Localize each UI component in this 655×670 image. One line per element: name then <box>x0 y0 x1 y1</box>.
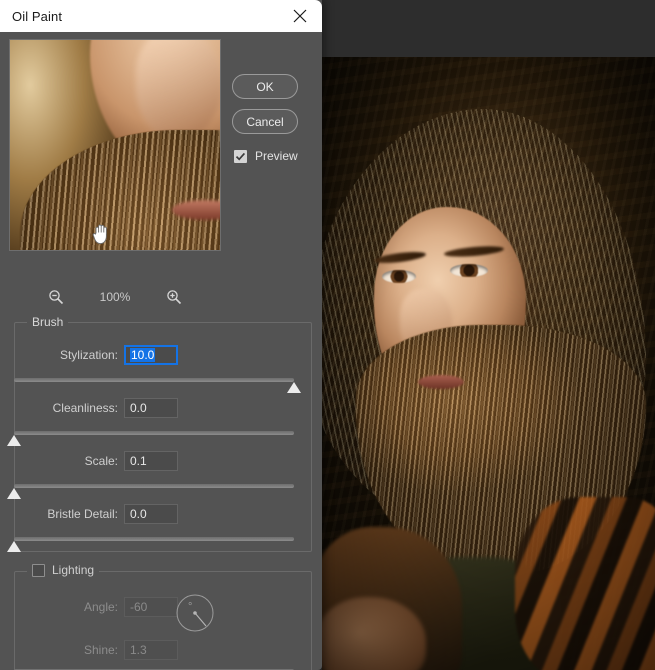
lighting-group-legend: Lighting <box>52 563 95 577</box>
cancel-button[interactable]: Cancel <box>232 109 298 134</box>
cleanliness-input[interactable]: 0.0 <box>124 398 178 418</box>
bristle-detail-row: Bristle Detail: 0.0 <box>0 504 298 524</box>
stylization-slider-track[interactable] <box>14 378 294 382</box>
cleanliness-slider-track[interactable] <box>14 431 294 435</box>
zoom-out-button[interactable] <box>46 287 66 307</box>
lighting-toggle[interactable]: Lighting <box>27 563 100 577</box>
preview-checkbox-box[interactable] <box>234 149 247 163</box>
close-icon <box>293 9 307 23</box>
bristle-detail-slider-thumb[interactable] <box>7 541 22 553</box>
preview-nose <box>136 40 220 140</box>
preview-zoom-controls: 100% <box>9 284 221 310</box>
scale-input[interactable]: 0.1 <box>124 451 178 471</box>
cleanliness-label: Cleanliness: <box>52 401 118 415</box>
dialog-titlebar[interactable]: Oil Paint <box>0 0 322 32</box>
checkmark-icon <box>235 152 246 161</box>
scale-label: Scale: <box>84 454 118 468</box>
zoom-level-value: 100% <box>99 290 131 304</box>
scale-slider-track[interactable] <box>14 484 294 488</box>
brush-group-legend: Brush <box>27 315 69 329</box>
shine-input[interactable]: 1.3 <box>124 640 178 660</box>
dialog-title: Oil Paint <box>12 8 63 24</box>
preview-checkbox-label: Preview <box>255 149 298 163</box>
zoom-in-button[interactable] <box>164 287 184 307</box>
artwork-image <box>322 57 655 670</box>
angle-input[interactable]: -60 <box>124 597 178 617</box>
cleanliness-row: Cleanliness: 0.0 <box>0 398 298 418</box>
artwork-vignette <box>322 57 655 670</box>
angle-row: Angle: -60 ° <box>0 597 298 617</box>
zoom-in-icon <box>167 290 182 305</box>
angle-label: Angle: <box>83 600 118 614</box>
stylization-label: Stylization: <box>59 348 118 362</box>
stylization-row: Stylization: 10.0 <box>0 345 298 365</box>
close-button[interactable] <box>278 0 322 32</box>
bristle-detail-slider-track[interactable] <box>14 537 294 541</box>
angle-dial[interactable] <box>175 593 215 633</box>
preview-thumbnail[interactable] <box>9 39 221 251</box>
bristle-detail-slider[interactable] <box>7 534 294 552</box>
preview-image <box>10 40 220 250</box>
lighting-checkbox-box[interactable] <box>32 563 45 577</box>
shine-row: Shine: 1.3 <box>0 640 298 660</box>
stylization-slider[interactable] <box>14 375 301 393</box>
stylization-value: 10.0 <box>130 348 156 362</box>
cleanliness-slider[interactable] <box>7 428 294 446</box>
scale-slider[interactable] <box>7 481 294 499</box>
stylization-slider-thumb[interactable] <box>287 382 302 394</box>
oil-paint-dialog: Oil Paint 100% OK Cancel Preview Brush S… <box>0 0 322 670</box>
dialog-action-buttons: OK Cancel <box>232 74 298 144</box>
cleanliness-slider-thumb[interactable] <box>7 435 22 447</box>
bristle-detail-label: Bristle Detail: <box>47 507 118 521</box>
shine-label: Shine: <box>83 643 118 657</box>
scale-row: Scale: 0.1 <box>0 451 298 471</box>
zoom-out-icon <box>49 290 64 305</box>
ok-button[interactable]: OK <box>232 74 298 99</box>
bristle-detail-input[interactable]: 0.0 <box>124 504 178 524</box>
preview-checkbox[interactable]: Preview <box>234 149 298 163</box>
shine-slider[interactable] <box>14 666 294 670</box>
stylization-input[interactable]: 10.0 <box>124 345 178 365</box>
scale-slider-thumb[interactable] <box>7 488 22 500</box>
